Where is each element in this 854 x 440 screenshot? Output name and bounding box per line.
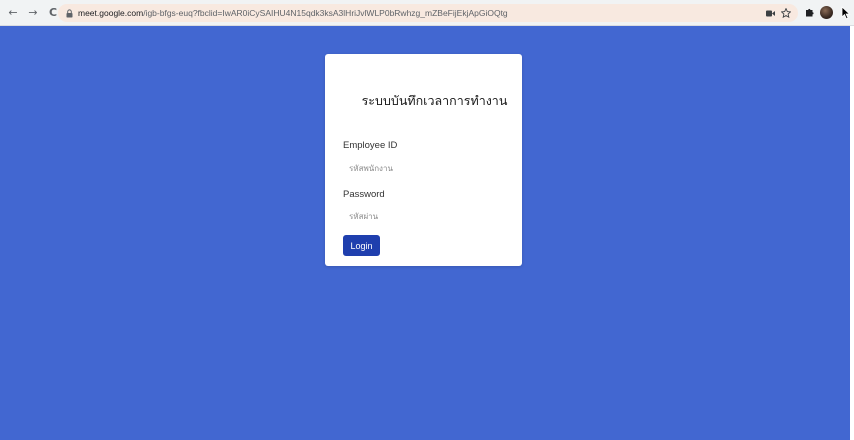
password-label: Password [343, 189, 385, 200]
employee-id-label: Employee ID [343, 140, 398, 151]
page-background: ระบบบันทึกเวลาการทำงาน Employee ID Passw… [0, 26, 854, 440]
password-input[interactable] [343, 206, 505, 226]
lock-icon[interactable] [64, 8, 74, 18]
url-path: /igb-bfgs-euq?fbclid=IwAR0iCySAIHU4N15qd… [143, 8, 508, 18]
login-button[interactable]: Login [343, 235, 380, 256]
url-text[interactable]: meet.google.com/igb-bfgs-euq?fbclid=IwAR… [78, 8, 508, 18]
login-card: ระบบบันทึกเวลาการทำงาน Employee ID Passw… [325, 54, 522, 266]
extensions-puzzle-icon[interactable] [803, 5, 817, 19]
page-edge-divider [850, 26, 854, 440]
login-title: ระบบบันทึกเวลาการทำงาน [361, 93, 508, 108]
employee-id-input[interactable] [343, 158, 505, 178]
forward-arrow-icon[interactable]: → [24, 4, 42, 22]
camera-icon[interactable] [764, 7, 776, 19]
profile-avatar[interactable] [820, 6, 833, 19]
mouse-pointer-icon [841, 5, 851, 20]
url-host: meet.google.com [78, 8, 144, 18]
address-bar[interactable]: meet.google.com/igb-bfgs-euq?fbclid=IwAR… [58, 4, 798, 22]
back-arrow-icon[interactable]: ← [4, 4, 22, 22]
browser-toolbar: ← → C meet.google.com/igb-bfgs-euq?fbcli… [0, 0, 854, 26]
bookmark-star-icon[interactable] [780, 7, 792, 19]
